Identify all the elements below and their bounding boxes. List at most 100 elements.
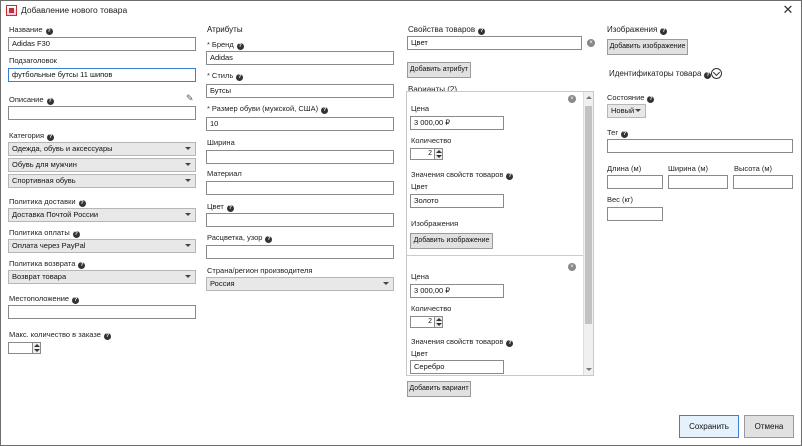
attributes-heading: Атрибуты bbox=[207, 25, 243, 34]
payment-policy-select[interactable]: Оплата через PayPal bbox=[8, 239, 196, 253]
tag-label: Тег bbox=[607, 128, 629, 138]
length-input[interactable] bbox=[607, 175, 663, 189]
save-button[interactable]: Сохранить bbox=[679, 415, 739, 438]
variant-divider bbox=[406, 255, 583, 256]
spin-arrows-icon[interactable] bbox=[434, 316, 443, 328]
help-icon[interactable] bbox=[660, 28, 668, 35]
width-m-input[interactable] bbox=[668, 175, 728, 189]
spin-arrows-icon[interactable] bbox=[32, 342, 41, 354]
tag-input[interactable] bbox=[607, 139, 793, 153]
help-icon[interactable] bbox=[46, 98, 54, 105]
help-icon[interactable] bbox=[78, 200, 86, 207]
help-icon[interactable] bbox=[321, 107, 329, 114]
add-attribute-button[interactable]: Добавить атрибут bbox=[407, 62, 471, 78]
height-label: Высота (м) bbox=[734, 164, 772, 173]
category-label: Категория bbox=[9, 131, 55, 141]
variants-scrollbar[interactable] bbox=[583, 92, 593, 375]
weight-input[interactable] bbox=[607, 207, 663, 221]
help-icon[interactable] bbox=[621, 131, 629, 138]
name-label: Название bbox=[9, 25, 53, 35]
help-icon[interactable] bbox=[647, 96, 655, 103]
variant-qty-value[interactable]: 2 bbox=[410, 148, 435, 160]
add-image-button[interactable]: Добавить изображение bbox=[607, 39, 688, 55]
add-variant-button[interactable]: Добавить вариант bbox=[407, 381, 471, 397]
subtitle-label: Подзаголовок bbox=[9, 56, 57, 65]
app-icon bbox=[6, 5, 17, 16]
return-policy-select[interactable]: Возврат товара bbox=[8, 270, 196, 284]
help-icon[interactable] bbox=[478, 28, 486, 35]
width-input[interactable] bbox=[206, 150, 394, 164]
edit-pencil-icon[interactable]: ✎ bbox=[186, 93, 196, 103]
help-icon[interactable] bbox=[78, 262, 86, 269]
condition-label: Состояние bbox=[607, 93, 655, 103]
variant-add-image-button[interactable]: Добавить изображение bbox=[410, 233, 493, 249]
remove-variant-icon[interactable] bbox=[568, 95, 576, 103]
spin-arrows-icon[interactable] bbox=[434, 148, 443, 160]
variant-price-input[interactable]: 3 000,00 ₽ bbox=[410, 116, 504, 130]
cancel-button[interactable]: Отмена bbox=[744, 415, 794, 438]
variant-qty-label: Количество bbox=[411, 136, 452, 145]
max-qty-stepper[interactable] bbox=[8, 342, 44, 354]
variant-prop-value-input[interactable]: Золото bbox=[410, 194, 504, 208]
product-props-input[interactable]: Цвет bbox=[407, 36, 582, 50]
help-icon[interactable] bbox=[236, 74, 244, 81]
scroll-up-icon[interactable] bbox=[586, 96, 592, 99]
category-select-3[interactable]: Спортивная обувь bbox=[8, 174, 196, 188]
shoe-size-input[interactable]: 10 bbox=[206, 117, 394, 131]
shipping-policy-select[interactable]: Доставка Почтой России bbox=[8, 208, 196, 222]
style-label: * Стиль bbox=[207, 71, 244, 81]
close-button[interactable]: ✕ bbox=[779, 2, 797, 17]
chevron-down-icon bbox=[185, 147, 191, 150]
help-icon[interactable] bbox=[103, 333, 111, 340]
name-input[interactable]: Adidas F30 bbox=[8, 37, 196, 51]
material-input[interactable] bbox=[206, 181, 394, 195]
return-policy-label: Политика возврата bbox=[9, 259, 86, 269]
description-label: Описание bbox=[9, 95, 54, 105]
max-qty-label: Макс. количество в заказе bbox=[9, 330, 111, 340]
expand-chevron-icon[interactable] bbox=[711, 68, 722, 79]
subtitle-input[interactable]: футбольные бутсы 11 шипов bbox=[8, 68, 196, 82]
location-input[interactable] bbox=[8, 305, 196, 319]
chevron-down-icon bbox=[185, 179, 191, 182]
location-label: Местоположение bbox=[9, 294, 80, 304]
variant-qty-value[interactable]: 2 bbox=[410, 316, 435, 328]
help-icon[interactable] bbox=[236, 43, 244, 50]
country-label: Страна/регион производителя bbox=[207, 266, 313, 275]
category-select-2[interactable]: Обувь для мужчин bbox=[8, 158, 196, 172]
help-icon[interactable] bbox=[226, 205, 234, 212]
description-input[interactable] bbox=[8, 106, 196, 120]
variant-qty-stepper[interactable]: 2 bbox=[410, 148, 446, 160]
condition-select[interactable]: Новый bbox=[607, 104, 646, 118]
help-icon[interactable] bbox=[506, 173, 514, 180]
variant-prop-value-input[interactable]: Серебро bbox=[410, 360, 504, 374]
weight-label: Вес (кг) bbox=[607, 195, 634, 204]
scroll-down-icon[interactable] bbox=[586, 368, 592, 371]
help-icon[interactable] bbox=[72, 231, 80, 238]
help-icon[interactable] bbox=[72, 297, 80, 304]
category-select-1[interactable]: Одежда, обувь и аксессуары bbox=[8, 142, 196, 156]
help-icon[interactable] bbox=[47, 134, 55, 141]
help-icon[interactable] bbox=[45, 28, 53, 35]
variant-price-input[interactable]: 3 000,00 ₽ bbox=[410, 284, 504, 298]
chevron-down-icon bbox=[185, 275, 191, 278]
style-input[interactable]: Бутсы bbox=[206, 84, 394, 98]
help-icon[interactable] bbox=[265, 236, 273, 243]
variant-qty-stepper[interactable]: 2 bbox=[410, 316, 446, 328]
pattern-input[interactable] bbox=[206, 245, 394, 259]
help-icon[interactable] bbox=[506, 340, 514, 347]
brand-input[interactable]: Adidas bbox=[206, 51, 394, 65]
pattern-label: Расцветка, узор bbox=[207, 233, 273, 243]
images-label: Изображения bbox=[607, 25, 668, 35]
width-label: Ширина bbox=[207, 138, 235, 147]
variant-qty-label: Количество bbox=[411, 304, 452, 313]
remove-variant-icon[interactable] bbox=[568, 263, 576, 271]
height-input[interactable] bbox=[733, 175, 793, 189]
country-select[interactable]: Россия bbox=[206, 277, 394, 291]
shipping-policy-label: Политика доставки bbox=[9, 197, 86, 207]
color-label: Цвет bbox=[207, 202, 234, 212]
scrollbar-thumb[interactable] bbox=[585, 106, 592, 324]
remove-prop-icon[interactable] bbox=[587, 39, 595, 47]
color-input[interactable] bbox=[206, 213, 394, 227]
title-bar: Добавление нового товара ✕ bbox=[1, 1, 801, 20]
max-qty-value[interactable] bbox=[8, 342, 33, 354]
